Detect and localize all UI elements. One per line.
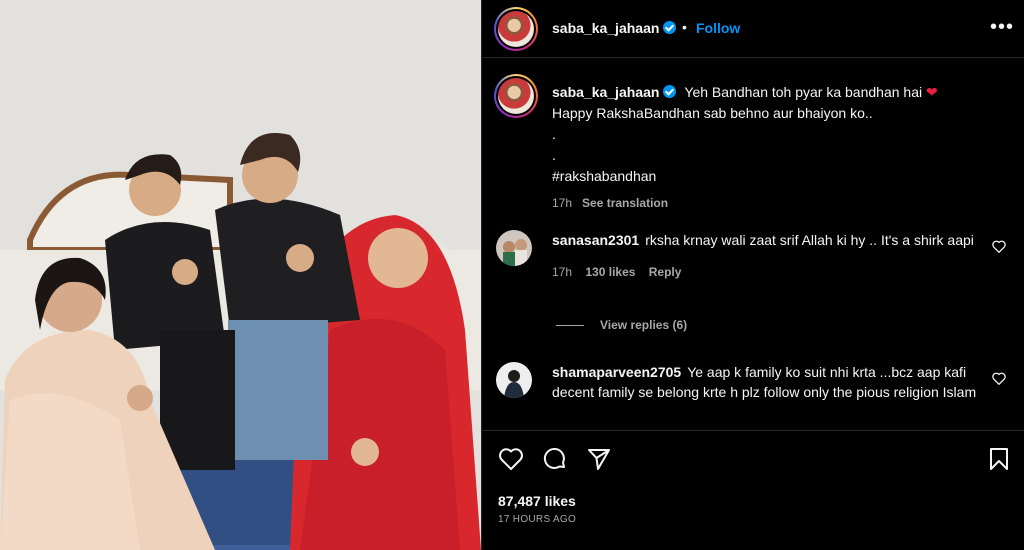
follow-button[interactable]: Follow (696, 20, 740, 36)
see-translation-link[interactable]: See translation (582, 196, 668, 210)
post-caption: saba_ka_jahaan Yeh Bandhan toh pyar ka ba… (552, 82, 992, 214)
caption-time: 17h (552, 196, 573, 210)
share-icon[interactable] (586, 447, 612, 471)
caption-author-avatar[interactable] (494, 74, 538, 118)
verified-badge-icon (663, 85, 677, 98)
comment-username[interactable]: sanasan2301 (552, 232, 639, 248)
caption-line-3: . (552, 126, 556, 142)
commenter-avatar[interactable] (496, 362, 532, 398)
caption-username[interactable]: saba_ka_jahaan (552, 84, 659, 100)
view-replies-line (556, 325, 584, 327)
caption-line-2: Happy RakshaBandhan sab behno aur bhaiyo… (552, 105, 873, 121)
post-details-panel: saba_ka_jahaan • Follow ••• saba_ka_jaha… (482, 0, 1024, 550)
post-actions: 87,487 likes 17 HOURS AGO (482, 430, 1024, 550)
post-header: saba_ka_jahaan • Follow ••• (482, 0, 1024, 58)
header-separator: • (682, 19, 687, 35)
comment-time: 17h (552, 265, 573, 279)
caption-meta: 17h See translation (552, 193, 992, 214)
comment-meta: 17h 130 likes Reply (552, 262, 992, 282)
caption-line-1-wrap: saba_ka_jahaan Yeh Bandhan toh pyar ka ba… (552, 82, 992, 103)
author-avatar[interactable] (494, 7, 538, 51)
comment-icon[interactable] (542, 447, 568, 471)
comment-text: rksha krnay wali zaat srif Allah ki hy .… (645, 232, 974, 248)
family-photo-illustration (0, 0, 481, 550)
post-timestamp: 17 HOURS AGO (498, 514, 577, 525)
bookmark-icon[interactable] (988, 447, 1010, 471)
more-options-icon[interactable]: ••• (990, 17, 1014, 37)
comment-like-heart-icon[interactable] (992, 240, 1006, 253)
heart-icon[interactable] (498, 447, 524, 471)
view-replies-button[interactable]: View replies (6) (556, 318, 687, 332)
reply-button[interactable]: Reply (649, 265, 682, 279)
comment-body: shamaparveen2705 Ye aap k family ko suit … (552, 362, 992, 402)
comment-body: sanasan2301 rksha krnay wali zaat srif Al… (552, 230, 992, 282)
caption-hashtag[interactable]: #rakshabandhan (552, 166, 992, 187)
comment-likes-count[interactable]: 130 likes (585, 265, 635, 279)
comment-like-heart-icon[interactable] (992, 372, 1006, 385)
header-username[interactable]: saba_ka_jahaan (552, 20, 659, 36)
caption-line-1: Yeh Bandhan toh pyar ka bandhan hai (684, 84, 923, 100)
caption-line-4: . (552, 147, 556, 163)
likes-count[interactable]: 87,487 likes (498, 493, 576, 509)
verified-badge-icon (663, 21, 677, 34)
view-replies-label[interactable]: View replies (6) (600, 318, 687, 332)
comment-username[interactable]: shamaparveen2705 (552, 364, 681, 380)
post-photo[interactable] (0, 0, 481, 550)
red-heart-emoji-icon: ❤ (925, 84, 938, 100)
commenter-avatar[interactable] (496, 230, 532, 266)
header-username-wrap[interactable]: saba_ka_jahaan (552, 20, 677, 38)
